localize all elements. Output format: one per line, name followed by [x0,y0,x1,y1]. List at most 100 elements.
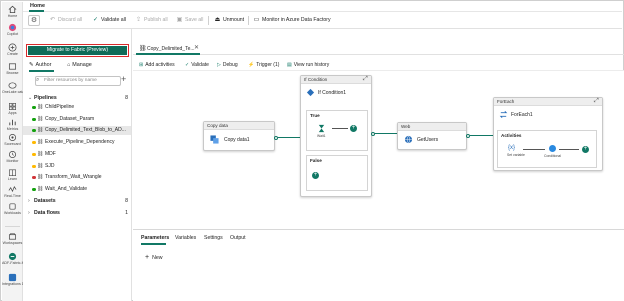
status-dot [32,164,36,168]
save-all-button[interactable]: ▣ Save all [176,16,204,25]
tab-parameters-indicator [141,243,166,245]
add-activity-icon[interactable]: + [312,172,319,179]
pipeline-item[interactable]: ⛓ MDF [23,150,131,159]
rail-monitor[interactable]: Monitor [2,150,23,163]
pipeline-item[interactable]: ⛓ Wait_And_Validate [23,185,131,194]
pipeline-item[interactable]: ⛓ Copy_Dataset_Param [23,115,131,124]
rail-copilot[interactable]: Copilot [2,23,23,36]
workloads-icon [9,203,16,210]
expand-icon[interactable]: ⤢ [363,76,368,83]
pipeline-toolbar: ⊞ Add activities ✓ Validate ▷ Debug ⚡ Trigge… [133,59,624,71]
add-icon: ⊞ [139,62,144,68]
tab-variables[interactable]: Variables [175,235,196,241]
toolbar-divider [208,16,209,25]
rail-adf-migration[interactable]: ADF-Fabric-Migration... [2,252,23,265]
rail-realtime[interactable]: Real-Time [2,185,23,198]
if-condition-icon [306,88,315,97]
pipeline-item[interactable]: ⛓ ChildPipeline [23,103,131,112]
rail-create[interactable]: Create [2,43,23,56]
migrate-to-fabric-button[interactable]: Migrate to Fabric (Preview) [28,46,127,55]
app-window: Home Copilot Create Browse OneLake catal… [0,0,624,301]
new-parameter-button[interactable]: + New [145,254,162,261]
discard-all-button[interactable]: ↶ Discard all [49,16,82,25]
left-nav-rail: Home Copilot Create Browse OneLake catal… [2,2,23,301]
tab-parameters[interactable]: Parameters [141,235,169,241]
tab-author[interactable]: ✎ Author [29,62,51,68]
apps-icon [9,103,16,110]
rail-apps[interactable]: Apps [2,102,23,115]
add-activity-icon[interactable]: + [350,125,357,132]
pipeline-icon: ⛓ [37,126,44,133]
trigger-button[interactable]: ⚡ Trigger (1) [248,61,279,69]
view-run-history-button[interactable]: ▤ View run history [287,61,329,69]
filter-input[interactable]: Filter resources by name [35,76,121,86]
pipeline-item[interactable]: ⛓ SJD [23,162,131,171]
pipeline-canvas[interactable]: Copy data Copy data1 If Condition ⤢ If C… [133,71,624,229]
rail-onelake[interactable]: OneLake catalog [2,81,23,94]
monitor-icon: ▭ [253,17,260,23]
add-activities-button[interactable]: ⊞ Add activities [139,61,175,69]
tab-manage[interactable]: ⌂ Manage [67,62,92,68]
editor-tab-strip: ⛓ Copy_Delimited_Te... [133,43,624,55]
success-connector [375,133,397,134]
rail-workspaces[interactable]: Workspaces [2,232,23,245]
tab-settings[interactable]: Settings [204,235,223,241]
migrate-highlight: Migrate to Fabric (Preview) [26,44,129,57]
close-icon[interactable]: ✕ [194,44,199,51]
publish-all-button[interactable]: ⇪ Publish all [135,16,168,25]
browse-icon [8,63,17,70]
rail-browse[interactable]: Browse [2,62,23,75]
false-branch[interactable]: False + [306,155,368,191]
add-resource-icon[interactable]: + [121,74,126,84]
pipeline-icon: ⛓ [37,150,44,157]
status-dot [32,128,36,132]
activity-copy-data[interactable]: Copy data Copy data1 [203,121,275,151]
connector [559,149,579,150]
debug-button[interactable]: ▷ Debug [217,61,238,69]
play-icon: ▷ [217,62,221,68]
copilot-icon [8,23,17,32]
status-dot [32,175,36,179]
save-icon: ▣ [176,17,183,23]
gear-icon[interactable]: ⚙ [28,15,40,26]
unmount-button[interactable]: ⏏ Unmount [214,16,244,25]
pipeline-item[interactable]: ⛓ Transform_Wait_Wrangle [23,173,131,182]
pipeline-icon: ⛓ [37,138,44,145]
activity-web[interactable]: Web GetUsers [397,122,467,150]
activity-foreach[interactable]: ForEach ⤢ ForEach1 ✎ Activities {x} Set … [493,97,603,171]
pipeline-item-selected[interactable]: ⛓ Copy_Delimited_Text_Blob_to_AD... [23,126,131,135]
checkmark-icon: ✓ [185,62,190,68]
tab-home[interactable]: Home [30,3,45,9]
validate-button[interactable]: ✓ Validate [185,61,209,69]
rail-scorecard[interactable]: Scorecard [2,133,23,146]
tab-pipeline-document[interactable]: ⛓ Copy_Delimited_Te... [136,43,200,55]
rail-metrics[interactable]: Metrics [2,118,23,131]
rail-home[interactable]: Home [2,5,23,18]
pipeline-icon: ⛓ [37,173,44,180]
validate-all-button[interactable]: ✓ Validate all [92,16,126,25]
metrics-icon [9,119,16,126]
activity-if-condition[interactable]: If Condition ⤢ If Condition1 ✎ True Wait… [300,75,372,197]
realtime-icon [8,186,17,193]
true-branch[interactable]: True Wait1 + [306,110,368,151]
dataflows-section[interactable]: › Data flows 1 [28,209,130,217]
rail-learn[interactable]: Learn [2,168,23,181]
tab-output[interactable]: Output [230,235,246,241]
rail-integrations[interactable]: Integrations Direct [2,273,23,286]
pipeline-item[interactable]: ⛓ Execute_Pipeline_Dependency [23,138,131,147]
foreach-activities-container[interactable]: Activities {x} Set variable Conditional … [497,130,597,168]
status-dot [32,105,36,109]
conditional-icon [549,145,556,152]
globe-icon [404,135,413,144]
status-dot [32,187,36,191]
tab-author-indicator [29,70,54,72]
add-activity-icon[interactable]: + [582,146,589,153]
expand-icon[interactable]: ⤢ [594,98,599,105]
pipelines-section[interactable]: ⌄ Pipelines 8 [28,94,130,102]
rail-workloads[interactable]: Workloads [2,202,23,215]
datasets-section[interactable]: › Datasets 8 [28,197,130,205]
copy-data-icon [210,135,219,144]
monitor-adf-button[interactable]: ▭ Monitor in Azure Data Factory [253,16,331,25]
learn-icon [9,169,16,176]
pipeline-icon: ⛓ [139,46,147,52]
